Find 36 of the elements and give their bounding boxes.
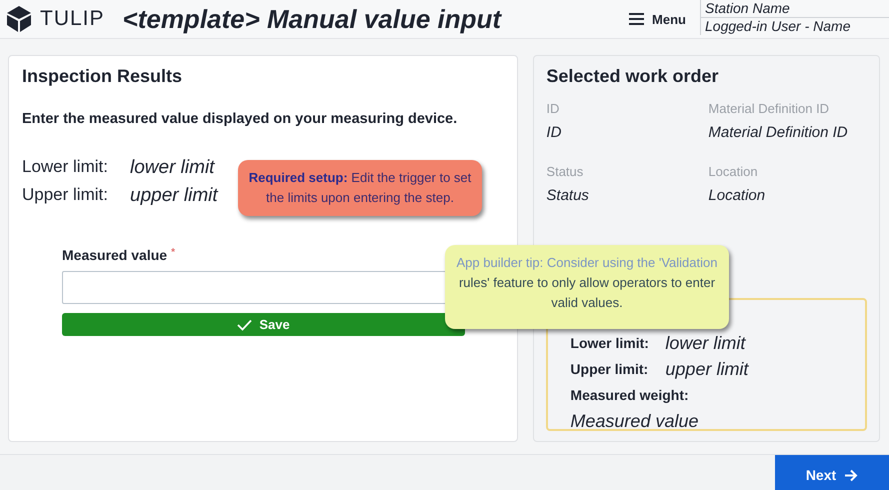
menu-icon	[629, 13, 644, 25]
field-label: Status	[546, 164, 584, 179]
field-label: Location	[708, 164, 759, 179]
arrow-icon	[844, 468, 858, 482]
limit-value: upper limit	[130, 185, 220, 207]
menu-button[interactable]: Menu	[615, 12, 700, 26]
summary-label: Lower limit:	[570, 334, 650, 353]
tip-tooltip: App builder tip: Consider using the 'Validation rules' feature to only allow operators to enter valid values.	[445, 245, 729, 329]
summary-value: Measured value	[570, 410, 700, 433]
field-value: Material Definition ID	[708, 123, 848, 143]
field-value: Location	[708, 186, 766, 206]
user-name: Logged-in User - Name	[704, 18, 852, 35]
next-button[interactable]: Next	[775, 455, 889, 490]
limit-value: lower limit	[130, 157, 216, 179]
panel-title: Selected work order	[546, 66, 720, 87]
summary-label: Measured weight:	[570, 386, 690, 405]
instruction-text: Enter the measured value displayed on your measuring device.	[22, 111, 458, 127]
app-title: <template> Manual value input	[122, 4, 502, 34]
logo-icon	[6, 5, 32, 33]
setup-tooltip: Required setup: Edit the trigger to set the limits upon entering the step.	[238, 160, 482, 216]
field-value: Status	[546, 186, 590, 206]
save-button[interactable]: Save	[62, 313, 465, 336]
summary-value: lower limit	[665, 332, 747, 355]
field-label: Material Definition ID	[708, 101, 830, 116]
limit-label: Lower limit:	[22, 157, 109, 178]
check-icon	[237, 318, 252, 330]
brand-name: TULIP	[40, 7, 105, 31]
limit-label: Upper limit:	[22, 185, 109, 206]
field-value: ID	[546, 123, 562, 143]
field-label: ID	[546, 101, 560, 116]
station-name: Station Name	[701, 0, 889, 18]
field-label: Measured value	[62, 247, 168, 263]
summary-label: Upper limit:	[570, 360, 650, 379]
summary-value: upper limit	[665, 358, 750, 381]
panel-title: Inspection Results	[22, 66, 184, 87]
required-mark: *	[171, 247, 175, 260]
